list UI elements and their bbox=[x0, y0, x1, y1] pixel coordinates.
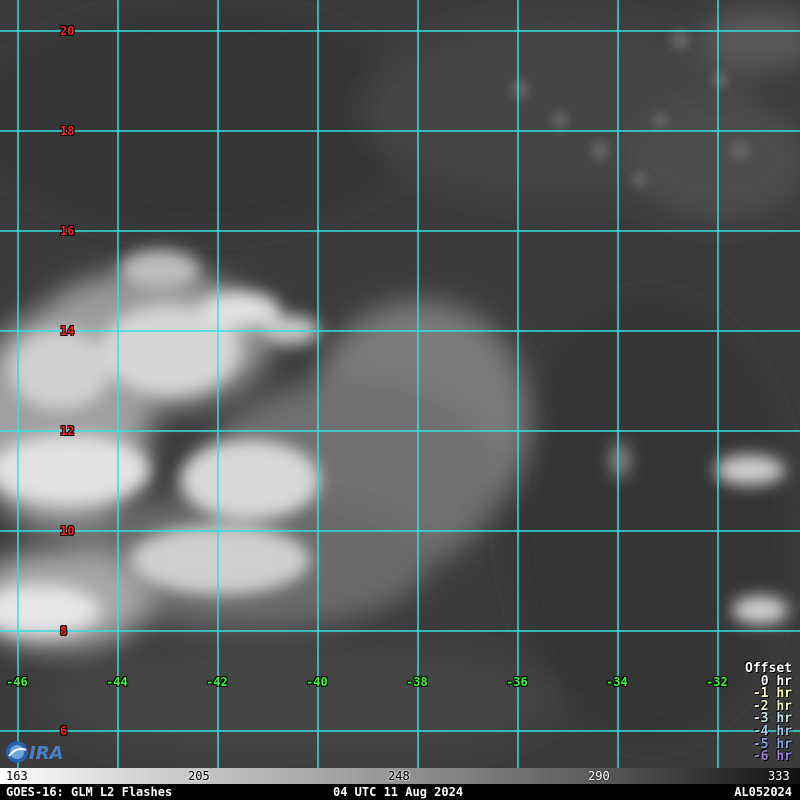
longitude-label: -40 bbox=[306, 675, 328, 689]
latitude-label: 8 bbox=[60, 624, 68, 638]
latitude-label: 16 bbox=[60, 224, 75, 238]
colorbar-tick-label: 248 bbox=[388, 769, 410, 783]
longitude-label: -32 bbox=[706, 675, 728, 689]
colorbar-tick-label: 290 bbox=[588, 769, 610, 783]
time-offset-legend: Offset 0 hr -1 hr -2 hr -3 hr -4 hr -5 hr -6 h… bbox=[745, 662, 792, 765]
colorbar-tick-label: 333 bbox=[768, 769, 790, 783]
longitude-label: -34 bbox=[606, 675, 628, 689]
svg-text:IRA: IRA bbox=[29, 743, 64, 764]
latitude-label: 6 bbox=[60, 724, 68, 738]
longitude-label: -38 bbox=[406, 675, 428, 689]
footer-timestamp: 04 UTC 11 Aug 2024 bbox=[333, 785, 464, 799]
satellite-map-view: 20 18 16 14 12 10 8 6 -46 -44 -42 -40 -38 -36 -34 -32 … bbox=[0, 0, 800, 800]
lat-lon-grid bbox=[0, 0, 800, 768]
cira-logo: IRA bbox=[6, 741, 64, 764]
longitude-label: -42 bbox=[206, 675, 228, 689]
footer-product-label: GOES-16: GLM L2 Flashes bbox=[6, 785, 173, 799]
brightness-temperature-colorbar: 163 205 248 290 333 bbox=[0, 768, 800, 784]
colorbar-tick-label: 205 bbox=[188, 769, 210, 783]
longitude-label: -36 bbox=[506, 675, 528, 689]
footer-storm-id: AL052024 bbox=[734, 785, 792, 799]
footer-bar: GOES-16: GLM L2 Flashes 04 UTC 11 Aug 20… bbox=[0, 784, 800, 800]
latitude-label: 18 bbox=[60, 124, 75, 138]
latitude-label: 12 bbox=[60, 424, 75, 438]
longitude-label: -46 bbox=[6, 675, 28, 689]
longitude-label: -44 bbox=[106, 675, 128, 689]
colorbar-tick-label: 163 bbox=[6, 769, 28, 783]
latitude-label: 20 bbox=[60, 24, 75, 38]
latitude-label: 10 bbox=[60, 524, 75, 538]
latitude-label: 14 bbox=[60, 324, 75, 338]
offset-legend-item: -6 hr bbox=[752, 749, 792, 765]
